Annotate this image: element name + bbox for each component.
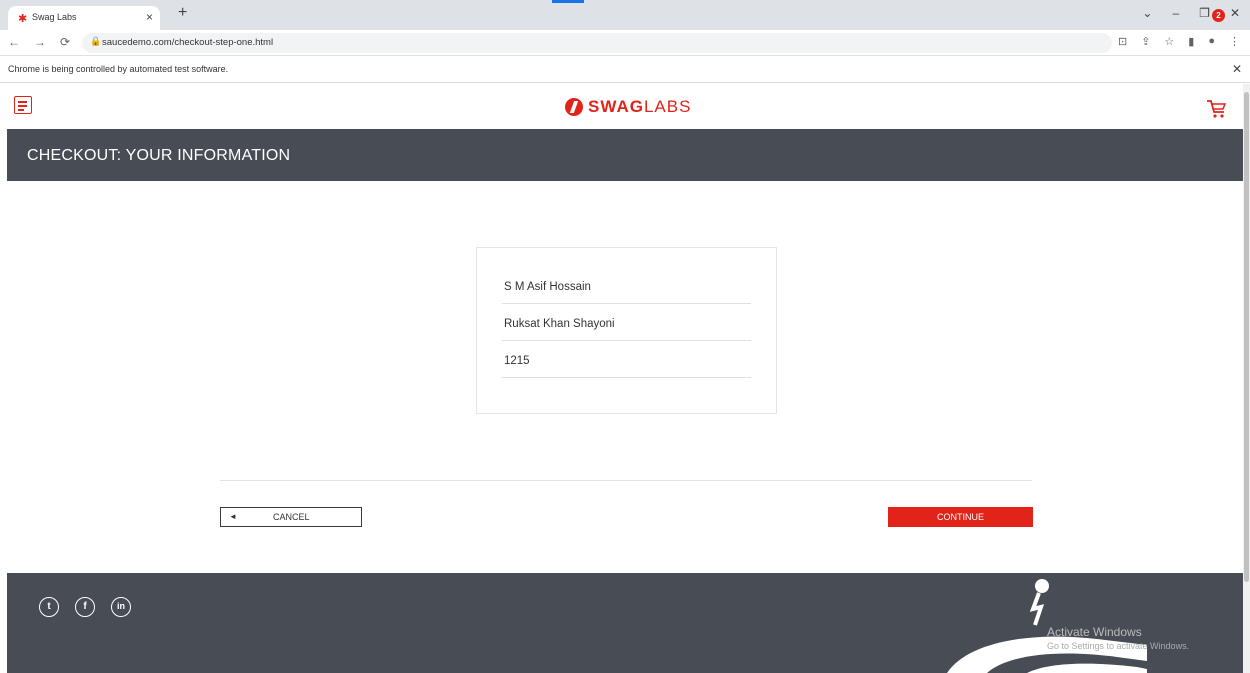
page-scrollbar[interactable] <box>1243 84 1250 673</box>
loading-indicator <box>552 0 584 3</box>
activate-windows-title: Activate Windows <box>1047 625 1142 639</box>
postal-code-input[interactable]: 1215 <box>502 342 751 378</box>
back-arrow-icon: ◄ <box>229 512 237 521</box>
menu-button[interactable] <box>14 96 32 114</box>
tab-title: Swag Labs <box>32 12 77 22</box>
cancel-button[interactable]: ◄ CANCEL <box>220 507 362 527</box>
share-icon[interactable]: ⇪ <box>1141 35 1150 48</box>
activate-windows-subtitle: Go to Settings to activate Windows. <box>1047 641 1190 651</box>
close-icon[interactable]: ✕ <box>1230 6 1240 20</box>
window-controls: ⌄ – ❐ ✕ <box>1142 6 1240 20</box>
url-text: saucedemo.com/checkout-step-one.html <box>102 37 274 48</box>
infobar-close-icon[interactable]: ✕ <box>1232 62 1242 76</box>
twitter-icon[interactable]: t <box>39 597 59 617</box>
toolbar-icons: ⊡ ⇪ ☆ ▮ ● ⋮ <box>1118 35 1240 48</box>
menu-kebab-icon[interactable]: ⋮ <box>1229 35 1240 48</box>
forward-icon[interactable]: → <box>34 35 46 49</box>
first-name-value: S M Asif Hossain <box>504 281 591 293</box>
divider <box>220 480 1032 481</box>
menu-line <box>18 101 27 103</box>
cart-icon[interactable] <box>1205 96 1229 120</box>
browser-tab[interactable]: ✱ Swag Labs × <box>8 6 160 30</box>
new-tab-icon[interactable]: + <box>178 4 187 22</box>
infobar-text: Chrome is being controlled by automated … <box>8 64 229 74</box>
cancel-label: CANCEL <box>273 512 310 522</box>
last-name-value: Ruksat Khan Shayoni <box>504 318 615 330</box>
install-icon[interactable]: ⊡ <box>1118 35 1127 48</box>
tab-close-icon[interactable]: × <box>146 10 153 24</box>
lock-icon[interactable]: 🔒 <box>90 36 101 47</box>
linkedin-icon[interactable]: in <box>111 597 131 617</box>
sidepanel-icon[interactable]: ▮ <box>1188 35 1194 48</box>
app-header: SWAGLABS <box>7 84 1243 129</box>
reload-icon[interactable]: ⟳ <box>60 35 70 49</box>
robot-illustration-icon <box>947 579 1147 673</box>
continue-button[interactable]: CONTINUE <box>888 507 1033 527</box>
first-name-input[interactable]: S M Asif Hossain <box>502 268 751 304</box>
postal-code-value: 1215 <box>504 355 530 367</box>
chevron-down-icon[interactable]: ⌄ <box>1142 6 1152 20</box>
cart-badge: 2 <box>1212 9 1225 22</box>
back-icon[interactable]: ← <box>8 35 20 49</box>
scroll-thumb[interactable] <box>1244 92 1249 582</box>
profile-icon[interactable]: ● <box>1208 35 1215 48</box>
page-title: CHECKOUT: YOUR INFORMATION <box>27 147 291 164</box>
continue-label: CONTINUE <box>937 512 984 522</box>
minimize-icon[interactable]: – <box>1172 6 1179 20</box>
checkout-form: S M Asif Hossain Ruksat Khan Shayoni 121… <box>476 247 777 414</box>
swag-labs-logo: SWAGLABS <box>565 96 691 118</box>
star-icon[interactable]: ☆ <box>1164 35 1174 48</box>
logo-text-light: LABS <box>643 97 692 116</box>
address-bar: ← → ⟳ 🔒 saucedemo.com/checkout-step-one.… <box>0 30 1250 56</box>
menu-line <box>18 105 27 107</box>
footer: t f in Activate Windows Go to Settings t… <box>7 573 1243 673</box>
logo-mark-icon <box>565 98 583 116</box>
page-title-bar: CHECKOUT: YOUR INFORMATION <box>7 129 1243 181</box>
browser-tab-strip: ✱ Swag Labs × + ⌄ – ❐ ✕ <box>0 0 1250 30</box>
menu-line <box>18 109 24 111</box>
url-input[interactable]: 🔒 saucedemo.com/checkout-step-one.html <box>82 33 1112 53</box>
nav-controls: ← → ⟳ <box>8 35 70 49</box>
favicon-icon: ✱ <box>18 13 28 25</box>
facebook-icon[interactable]: f <box>75 597 95 617</box>
restore-icon[interactable]: ❐ <box>1199 6 1210 20</box>
automation-infobar: Chrome is being controlled by automated … <box>0 57 1250 83</box>
last-name-input[interactable]: Ruksat Khan Shayoni <box>502 305 751 341</box>
logo-text-bold: SWAG <box>588 97 644 116</box>
